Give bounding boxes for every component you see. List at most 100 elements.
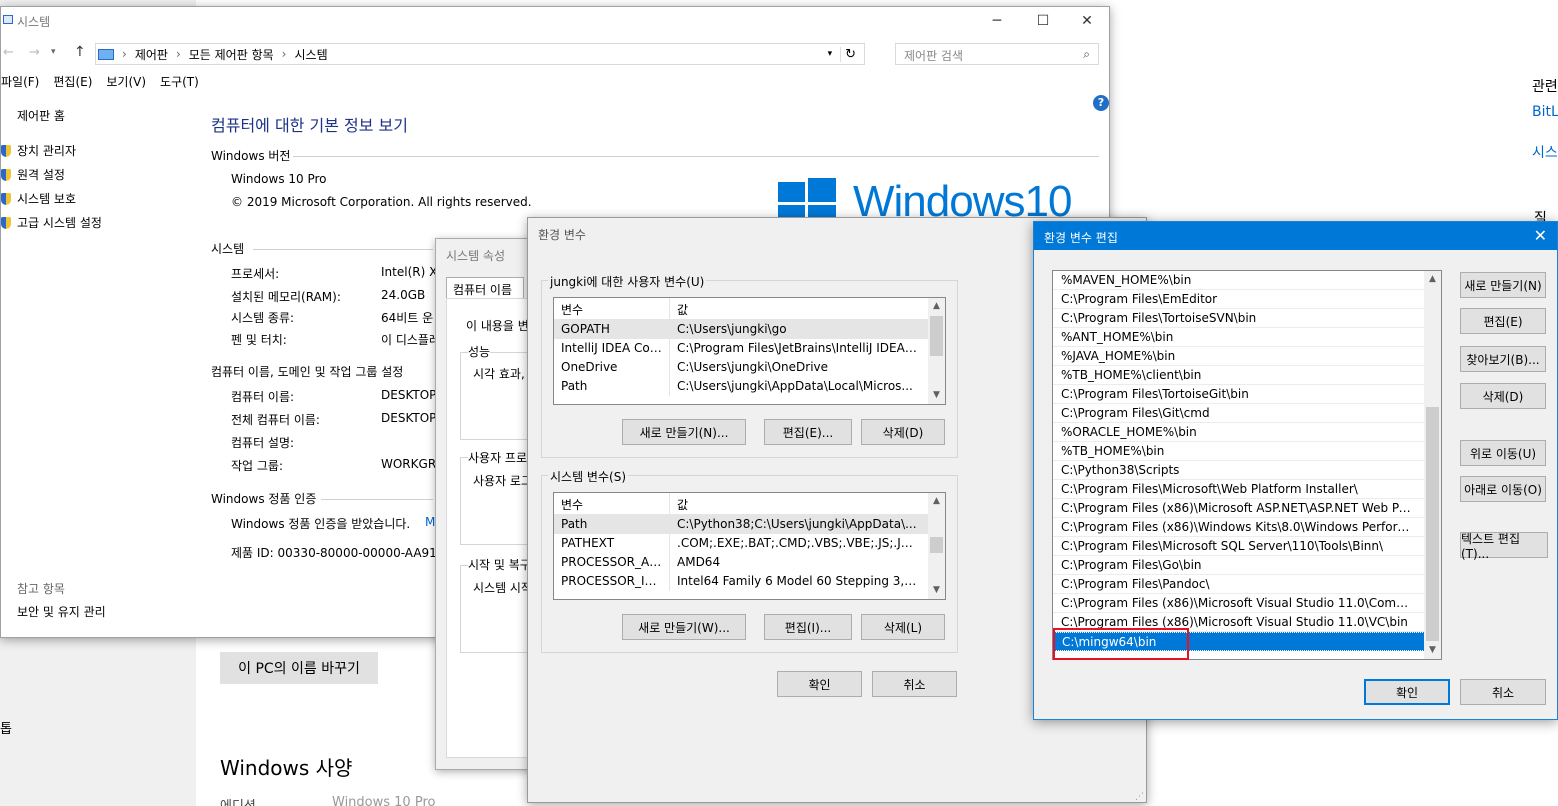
system-edit-button[interactable]: 편집(I)... [764, 614, 852, 640]
path-item[interactable]: %JAVA_HOME%\bin [1053, 347, 1425, 366]
tab-computer-name[interactable]: 컴퓨터 이름 [446, 277, 524, 299]
related-link-system[interactable]: 시스 [1532, 142, 1558, 162]
see-also-security[interactable]: 보안 및 유지 관리 [17, 603, 106, 620]
table-row[interactable]: Path C:\Python38;C:\Users\jungki\AppData\… [554, 515, 945, 534]
scroll-up-icon[interactable]: ▲ [1424, 271, 1441, 288]
sidebar-item-protection[interactable]: 시스템 보호 [1, 190, 76, 207]
browse-button[interactable]: 찾아보기(B)... [1460, 346, 1546, 372]
maximize-icon[interactable]: ☐ [1033, 13, 1053, 29]
delete-path-button[interactable]: 삭제(D) [1460, 383, 1546, 409]
table-row[interactable]: OneDrive C:\Users\jungki\OneDrive [554, 358, 945, 377]
breadcrumb-all-items[interactable]: 모든 제어판 항목 [189, 46, 274, 63]
refresh-icon[interactable]: ↻ [840, 46, 856, 62]
path-item[interactable]: C:\Program Files (x86)\Windows Kits\8.0\… [1053, 518, 1425, 537]
scroll-down-icon[interactable]: ▼ [928, 387, 945, 404]
path-list[interactable]: %MAVEN_HOME%\bin C:\Program Files\EmEdito… [1052, 270, 1442, 660]
ok-button[interactable]: 확인 [777, 671, 862, 697]
system-delete-button[interactable]: 삭제(L) [861, 614, 945, 640]
scroll-thumb[interactable] [930, 316, 943, 356]
path-item[interactable]: C:\Program Files\TortoiseGit\bin [1053, 385, 1425, 404]
table-row[interactable]: GOPATH C:\Users\jungki\go [554, 320, 945, 339]
windows-spec-heading: Windows 사양 [220, 756, 353, 780]
scrollbar[interactable]: ▲ ▼ [928, 298, 945, 404]
menu-edit[interactable]: 편집(E) [53, 73, 92, 90]
recent-icon[interactable]: ▾ [51, 47, 56, 57]
path-item[interactable]: C:\Program Files\Git\cmd [1053, 404, 1425, 423]
scroll-down-icon[interactable]: ▼ [928, 582, 945, 599]
system-type-value: 64비트 운 [381, 311, 434, 325]
search-input[interactable]: 제어판 검색 ⌕ [895, 43, 1099, 65]
menu-view[interactable]: 보기(V) [106, 73, 146, 90]
minimize-icon[interactable]: ─ [987, 13, 1007, 29]
spec-edition-label: 에디션 [220, 795, 256, 806]
help-icon[interactable]: ? [1093, 95, 1109, 111]
path-item[interactable]: %TB_HOME%\client\bin [1053, 366, 1425, 385]
path-item[interactable]: C:\Program Files\Go\bin [1053, 556, 1425, 575]
scroll-thumb[interactable] [930, 537, 943, 553]
up-icon[interactable]: ↑ [74, 44, 86, 60]
scroll-down-icon[interactable]: ▼ [1424, 642, 1441, 659]
scrollbar[interactable]: ▲ ▼ [928, 493, 945, 599]
activation-link[interactable]: M [425, 515, 435, 529]
menu-tools[interactable]: 도구(T) [160, 73, 199, 90]
path-item[interactable]: C:\Program Files\TortoiseSVN\bin [1053, 309, 1425, 328]
table-row[interactable]: PROCESSOR_ARC... AMD64 [554, 553, 945, 572]
edit-path-button[interactable]: 편집(E) [1460, 308, 1546, 334]
rename-pc-button[interactable]: 이 PC의 이름 바꾸기 [220, 652, 378, 684]
move-up-button[interactable]: 위로 이동(U) [1460, 440, 1546, 466]
path-item[interactable]: %ORACLE_HOME%\bin [1053, 423, 1425, 442]
cancel-button[interactable]: 취소 [1460, 679, 1546, 705]
sidebar-item-device-manager[interactable]: 장치 관리자 [1, 142, 76, 159]
path-item[interactable]: C:\Program Files (x86)\Microsoft Visual … [1053, 594, 1425, 613]
table-row[interactable]: Path C:\Users\jungki\AppData\Local\Micros… [554, 377, 945, 396]
address-bar[interactable]: › 제어판 › 모든 제어판 항목 › 시스템 ▾ ↻ [95, 43, 865, 65]
breadcrumb-system[interactable]: 시스템 [294, 46, 327, 63]
close-icon[interactable]: ✕ [1077, 13, 1097, 29]
system-vars-list[interactable]: 변수 값 Path C:\Python38;C:\Users\jungki\App… [553, 492, 946, 600]
scroll-up-icon[interactable]: ▲ [928, 298, 945, 315]
path-item[interactable]: C:\Program Files\Microsoft SQL Server\11… [1053, 537, 1425, 556]
user-vars-list[interactable]: 변수 값 GOPATH C:\Users\jungki\go IntelliJ I… [553, 297, 946, 405]
ok-button[interactable]: 확인 [1364, 679, 1450, 705]
system-new-button[interactable]: 새로 만들기(W)... [622, 614, 746, 640]
var-value: Intel64 Family 6 Model 60 Stepping 3, Ge… [677, 574, 926, 588]
search-icon[interactable]: ⌕ [1083, 47, 1090, 62]
sidebar-item-advanced[interactable]: 고급 시스템 설정 [1, 214, 102, 231]
col-var-header[interactable]: 변수 [554, 298, 670, 319]
path-item[interactable]: C:\Python38\Scripts [1053, 461, 1425, 480]
user-new-button[interactable]: 새로 만들기(N)... [622, 419, 746, 445]
cancel-button[interactable]: 취소 [872, 671, 957, 697]
back-icon[interactable]: ← [3, 45, 14, 60]
forward-icon[interactable]: → [29, 45, 40, 60]
user-delete-button[interactable]: 삭제(D) [861, 419, 945, 445]
table-row[interactable]: PROCESSOR_IDEN... Intel64 Family 6 Model … [554, 572, 945, 591]
scroll-thumb[interactable] [1426, 407, 1439, 641]
menu-file[interactable]: 파일(F) [1, 73, 39, 90]
sidebar-item-remote[interactable]: 원격 설정 [1, 166, 65, 183]
sidebar-home[interactable]: 제어판 홈 [17, 107, 65, 124]
scrollbar[interactable]: ▲ ▼ [1424, 271, 1441, 659]
dropdown-icon[interactable]: ▾ [828, 49, 833, 59]
path-item[interactable]: C:\Program Files\Microsoft\Web Platform … [1053, 480, 1425, 499]
edit-text-button[interactable]: 텍스트 편집(T)... [1460, 532, 1548, 561]
scroll-up-icon[interactable]: ▲ [928, 493, 945, 510]
user-edit-button[interactable]: 편집(E)... [764, 419, 852, 445]
breadcrumb-control-panel[interactable]: 제어판 [135, 46, 168, 63]
related-link-bitlocker[interactable]: BitL [1532, 104, 1558, 120]
resize-grip-icon[interactable]: ⋰ [1135, 792, 1144, 802]
new-path-button[interactable]: 새로 만들기(N) [1460, 272, 1546, 298]
move-down-button[interactable]: 아래로 이동(O) [1460, 476, 1546, 502]
col-val-header[interactable]: 값 [670, 298, 926, 319]
table-row[interactable]: IntelliJ IDEA Com... C:\Program Files\Jet… [554, 339, 945, 358]
path-item[interactable]: C:\Program Files\Pandoc\ [1053, 575, 1425, 594]
path-item[interactable]: %MAVEN_HOME%\bin [1053, 271, 1425, 290]
table-row[interactable]: PATHEXT .COM;.EXE;.BAT;.CMD;.VBS;.VBE;.JS… [554, 534, 945, 553]
col-var-header[interactable]: 변수 [554, 493, 670, 514]
col-val-header[interactable]: 값 [670, 493, 926, 514]
path-item[interactable]: %ANT_HOME%\bin [1053, 328, 1425, 347]
close-icon[interactable]: ✕ [1534, 226, 1547, 245]
computer-name-value: DESKTOP- [381, 388, 441, 402]
path-item[interactable]: %TB_HOME%\bin [1053, 442, 1425, 461]
path-item[interactable]: C:\Program Files (x86)\Microsoft ASP.NET… [1053, 499, 1425, 518]
path-item[interactable]: C:\Program Files\EmEditor [1053, 290, 1425, 309]
